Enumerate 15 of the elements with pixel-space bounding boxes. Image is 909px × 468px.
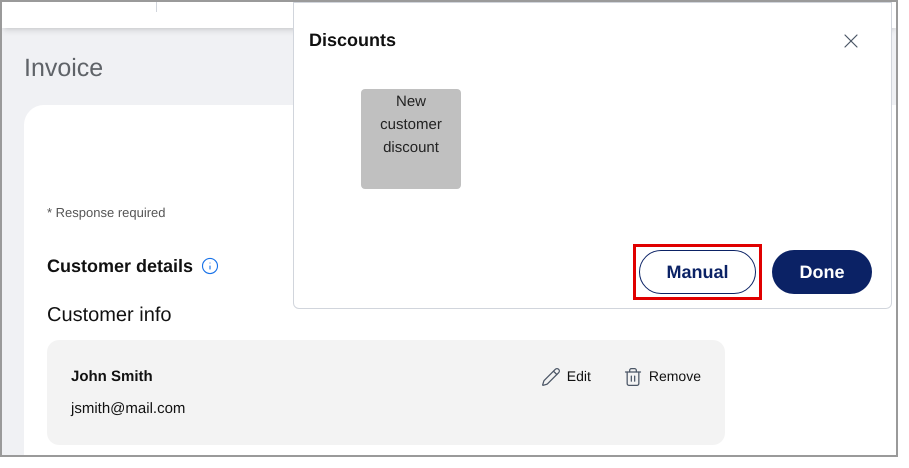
remove-button[interactable]: Remove [622, 366, 701, 388]
manual-button[interactable]: Manual [639, 250, 756, 294]
customer-name: John Smith [71, 366, 154, 386]
pencil-icon [540, 366, 561, 386]
customer-email: jsmith@mail.com [71, 399, 186, 419]
info-icon[interactable] [201, 257, 220, 275]
trash-icon [622, 366, 643, 386]
page-title: Invoice [24, 56, 104, 81]
section-title: Customer details [47, 254, 194, 278]
done-button[interactable]: Done [772, 250, 872, 294]
dialog-title: Discounts [309, 29, 396, 52]
required-note: * Response required [47, 204, 167, 222]
discount-tile[interactable]: New customer discount [361, 89, 461, 189]
edit-button[interactable]: Edit [540, 366, 591, 388]
subsection-title: Customer info [47, 302, 172, 328]
